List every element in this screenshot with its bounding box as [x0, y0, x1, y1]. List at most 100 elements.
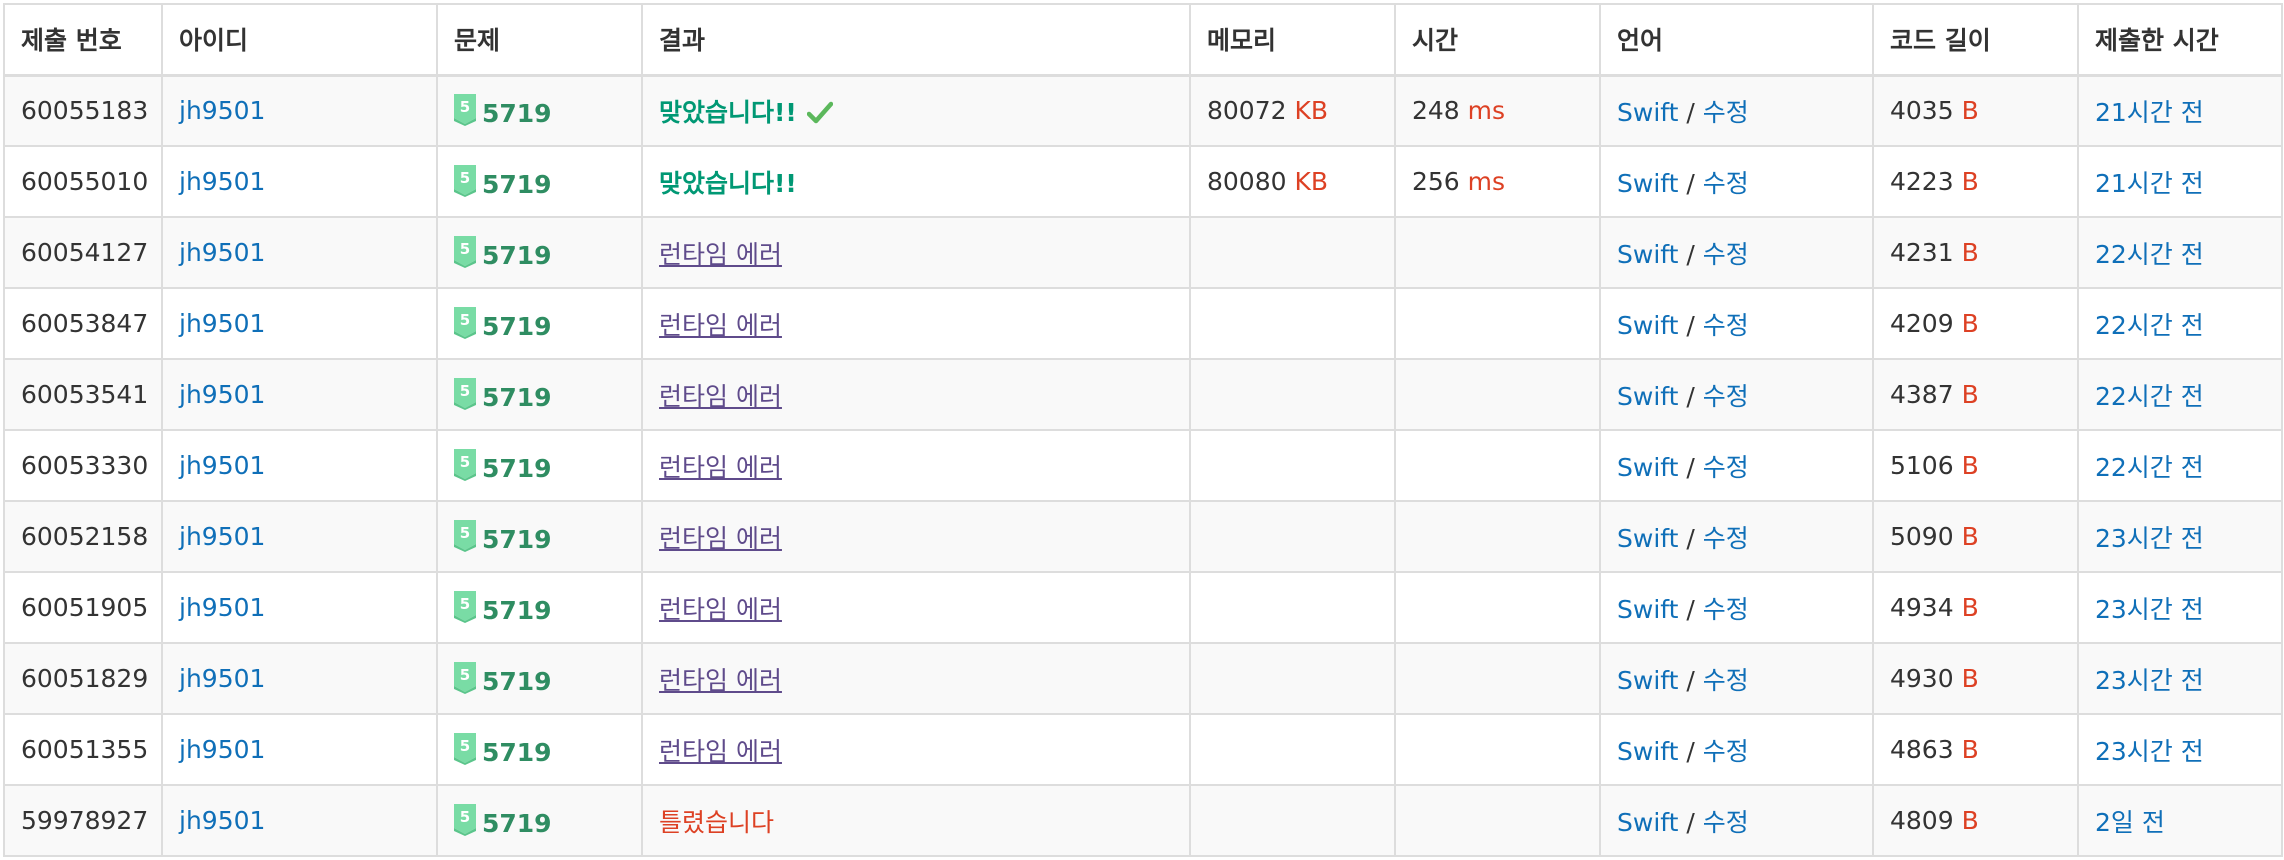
code-length-cell: 5090 B	[1872, 500, 2079, 573]
user-link[interactable]: jh9501	[179, 380, 265, 409]
edit-link[interactable]: 수정	[1703, 737, 1749, 766]
problem-link[interactable]: 5719	[482, 667, 552, 696]
problem-link[interactable]: 5719	[482, 596, 552, 625]
language-link[interactable]: Swift	[1617, 737, 1678, 766]
submitted-time-link[interactable]: 23시간 전	[2095, 524, 2204, 553]
submitted-time-cell: 2일 전	[2077, 784, 2283, 857]
submitted-time-link[interactable]: 21시간 전	[2095, 169, 2204, 198]
language-cell: Swift / 수정	[1599, 713, 1874, 786]
result-text[interactable]: 틀렸습니다	[659, 808, 774, 837]
language-link[interactable]: Swift	[1617, 453, 1678, 482]
result-text[interactable]: 런타임 에러	[659, 737, 782, 766]
result-text[interactable]: 런타임 에러	[659, 453, 782, 482]
problem-link[interactable]: 5719	[482, 99, 552, 128]
edit-link[interactable]: 수정	[1703, 666, 1749, 695]
problem-link[interactable]: 5719	[482, 809, 552, 838]
submitted-time-link[interactable]: 23시간 전	[2095, 595, 2204, 624]
table-row: 60051355 jh9501 5 5719 런타임 에러 Swift / 수정…	[3, 713, 2283, 786]
edit-link[interactable]: 수정	[1703, 808, 1749, 837]
submitted-time-link[interactable]: 22시간 전	[2095, 311, 2204, 340]
user-link[interactable]: jh9501	[179, 451, 265, 480]
result-text[interactable]: 런타임 에러	[659, 666, 782, 695]
time-cell	[1394, 784, 1601, 857]
edit-link[interactable]: 수정	[1703, 98, 1749, 127]
code-length-cell: 4209 B	[1872, 287, 2079, 360]
header-user-id: 아이디	[161, 3, 438, 77]
code-length-unit: B	[1961, 522, 1979, 551]
language-link[interactable]: Swift	[1617, 98, 1678, 127]
language-link[interactable]: Swift	[1617, 808, 1678, 837]
problem-link[interactable]: 5719	[482, 525, 552, 554]
problem-cell: 5 5719	[436, 74, 643, 147]
language-link[interactable]: Swift	[1617, 524, 1678, 553]
user-cell: jh9501	[161, 287, 438, 360]
code-length-value: 4930	[1890, 664, 1954, 693]
result-text[interactable]: 런타임 에러	[659, 524, 782, 553]
problem-link[interactable]: 5719	[482, 170, 552, 199]
user-link[interactable]: jh9501	[179, 735, 265, 764]
edit-link[interactable]: 수정	[1703, 382, 1749, 411]
submitted-time-link[interactable]: 22시간 전	[2095, 382, 2204, 411]
result-text[interactable]: 맞았습니다!!	[659, 98, 797, 127]
user-link[interactable]: jh9501	[179, 238, 265, 267]
header-submission-id: 제출 번호	[3, 3, 163, 77]
user-link[interactable]: jh9501	[179, 593, 265, 622]
submitted-time-link[interactable]: 22시간 전	[2095, 453, 2204, 482]
language-separator: /	[1686, 594, 1695, 624]
edit-link[interactable]: 수정	[1703, 169, 1749, 198]
language-link[interactable]: Swift	[1617, 666, 1678, 695]
problem-link[interactable]: 5719	[482, 312, 552, 341]
code-length-value: 4223	[1890, 167, 1954, 196]
edit-link[interactable]: 수정	[1703, 453, 1749, 482]
result-text[interactable]: 런타임 에러	[659, 382, 782, 411]
gold-tier-5-icon: 5	[454, 164, 476, 197]
user-link[interactable]: jh9501	[179, 167, 265, 196]
language-cell: Swift / 수정	[1599, 74, 1874, 147]
language-link[interactable]: Swift	[1617, 169, 1678, 198]
language-link[interactable]: Swift	[1617, 240, 1678, 269]
gold-tier-5-icon: 5	[454, 732, 476, 765]
submitted-time-link[interactable]: 22시간 전	[2095, 240, 2204, 269]
code-length-unit: B	[1961, 238, 1979, 267]
code-length-cell: 4930 B	[1872, 642, 2079, 715]
table-row: 60052158 jh9501 5 5719 런타임 에러 Swift / 수정…	[3, 500, 2283, 573]
result-cell: 런타임 에러	[641, 216, 1191, 289]
result-text[interactable]: 런타임 에러	[659, 595, 782, 624]
problem-link[interactable]: 5719	[482, 383, 552, 412]
problem-link[interactable]: 5719	[482, 241, 552, 270]
table-row: 60055183 jh9501 5 5719 맞았습니다!! 80072 KB …	[3, 74, 2283, 147]
code-length-cell: 5106 B	[1872, 429, 2079, 502]
problem-link[interactable]: 5719	[482, 738, 552, 767]
user-link[interactable]: jh9501	[179, 96, 265, 125]
edit-link[interactable]: 수정	[1703, 524, 1749, 553]
code-length-value: 4231	[1890, 238, 1954, 267]
user-link[interactable]: jh9501	[179, 309, 265, 338]
language-separator: /	[1686, 310, 1695, 340]
edit-link[interactable]: 수정	[1703, 595, 1749, 624]
submitted-time-link[interactable]: 2일 전	[2095, 808, 2165, 837]
code-length-value: 5090	[1890, 522, 1954, 551]
submitted-time-link[interactable]: 21시간 전	[2095, 98, 2204, 127]
problem-link[interactable]: 5719	[482, 454, 552, 483]
result-text[interactable]: 맞았습니다!!	[659, 169, 797, 198]
memory-cell	[1189, 784, 1396, 857]
language-link[interactable]: Swift	[1617, 382, 1678, 411]
user-link[interactable]: jh9501	[179, 806, 265, 835]
result-text[interactable]: 런타임 에러	[659, 240, 782, 269]
table-header-row: 제출 번호 아이디 문제 결과 메모리 시간 언어 코드 길이 제출한 시간	[3, 3, 2283, 77]
result-text[interactable]: 런타임 에러	[659, 311, 782, 340]
user-link[interactable]: jh9501	[179, 664, 265, 693]
language-link[interactable]: Swift	[1617, 595, 1678, 624]
tier-level-text: 5	[460, 240, 470, 258]
result-cell: 런타임 에러	[641, 642, 1191, 715]
submitted-time-link[interactable]: 23시간 전	[2095, 666, 2204, 695]
gold-tier-5-icon: 5	[454, 590, 476, 623]
gold-tier-5-icon: 5	[454, 235, 476, 268]
edit-link[interactable]: 수정	[1703, 311, 1749, 340]
edit-link[interactable]: 수정	[1703, 240, 1749, 269]
submission-id-text: 60052158	[21, 522, 149, 551]
language-cell: Swift / 수정	[1599, 500, 1874, 573]
language-link[interactable]: Swift	[1617, 311, 1678, 340]
user-link[interactable]: jh9501	[179, 522, 265, 551]
submitted-time-link[interactable]: 23시간 전	[2095, 737, 2204, 766]
